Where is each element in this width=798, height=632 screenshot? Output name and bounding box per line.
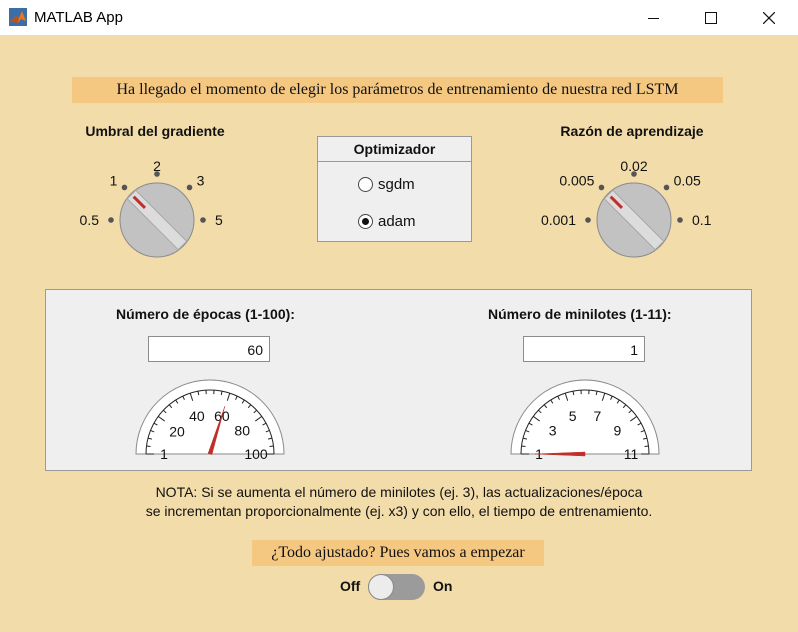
- learning-rate-knob-tick-dot: [585, 217, 591, 223]
- learning-rate-knob-option-label: 0.1: [692, 212, 712, 228]
- optimizer-group: Optimizador sgdm adam: [317, 136, 472, 242]
- maximize-icon: [705, 11, 717, 24]
- note-text: NOTA: Si se aumenta el número de minilot…: [0, 483, 798, 521]
- radio-label-sgdm: sgdm: [378, 176, 415, 193]
- epochs-field[interactable]: 60: [148, 336, 270, 362]
- minibatches-label: Número de minilotes (1-11):: [488, 306, 672, 322]
- minibatches-gauge-tick: [521, 445, 526, 447]
- switch-on-label: On: [433, 578, 453, 594]
- title-bar: MATLAB App: [0, 0, 798, 35]
- gradient-knob-tick-dot: [186, 184, 193, 191]
- minibatches-field[interactable]: 1: [523, 336, 645, 362]
- start-switch[interactable]: [368, 574, 425, 600]
- training-panel: Número de épocas (1-100): 60 12040608010…: [45, 289, 752, 471]
- note-line-2: se incrementan proporcionalmente (ej. x3…: [145, 503, 653, 519]
- minibatches-gauge-tick-label: 7: [593, 408, 601, 424]
- gradient-knob-option-label: 5: [215, 212, 223, 228]
- radio-label-adam: adam: [378, 213, 416, 230]
- radio-sgdm[interactable]: sgdm: [358, 176, 415, 193]
- learning-rate-knob-option-label: 0.05: [674, 172, 701, 188]
- epochs-gauge-tick: [146, 445, 151, 447]
- radio-selected-dot: [362, 218, 369, 225]
- minimize-button[interactable]: [631, 0, 677, 35]
- note-line-1: NOTA: Si se aumenta el número de minilot…: [155, 484, 643, 500]
- close-icon: [763, 11, 775, 24]
- radio-circle-sgdm[interactable]: [358, 177, 373, 192]
- close-button[interactable]: [746, 0, 792, 35]
- switch-thumb[interactable]: [368, 574, 394, 600]
- gradient-knob-option-label: 2: [153, 158, 161, 174]
- gradient-knob-option-label: 3: [197, 172, 205, 188]
- learning-rate-knob-option-label: 0.001: [541, 212, 576, 228]
- minibatches-gauge-tick-label: 3: [549, 422, 557, 438]
- switch-off-label: Off: [340, 578, 361, 594]
- matlab-logo-icon: [9, 8, 27, 26]
- minibatches-gauge: 1357911: [510, 379, 660, 462]
- minibatches-gauge-tick-label: 11: [624, 446, 639, 462]
- minibatches-gauge-tick-label: 9: [613, 422, 621, 438]
- gradient-knob[interactable]: 0.5 1 2 3 5: [78, 155, 228, 265]
- optimizer-title: Optimizador: [318, 137, 471, 162]
- epochs-gauge-tick-label: 100: [244, 446, 268, 462]
- learning-rate-knob[interactable]: 0.001 0.005 0.02 0.05 0.1: [541, 155, 712, 265]
- epochs-label: Número de épocas (1-100):: [116, 306, 295, 322]
- gradient-knob-option-label: 1: [110, 172, 118, 188]
- gradient-knob-option-label: 0.5: [80, 212, 100, 228]
- learning-rate-knob-option-label: 0.005: [559, 172, 594, 188]
- epochs-gauge-tick-label: 20: [169, 423, 185, 439]
- intro-banner: Ha llegado el momento de elegir los pará…: [72, 77, 723, 103]
- epochs-gauge: 120406080100: [135, 379, 285, 462]
- learning-rate-knob-tick-dot: [677, 217, 683, 223]
- start-banner: ¿Todo ajustado? Pues vamos a empezar: [252, 540, 544, 566]
- app-content: Ha llegado el momento de elegir los pará…: [0, 35, 798, 632]
- learning-rate-knob-option-label: 0.02: [620, 158, 647, 174]
- minimize-icon: [648, 17, 659, 19]
- minibatches-gauge-tick-label: 5: [569, 408, 577, 424]
- learning-rate-knob-title: Razón de aprendizaje: [560, 123, 704, 139]
- epochs-gauge-tick: [269, 445, 274, 447]
- maximize-button[interactable]: [688, 0, 734, 35]
- gradient-knob-tick-dot: [121, 184, 128, 191]
- epochs-gauge-tick-label: 1: [160, 446, 168, 462]
- window-title: MATLAB App: [34, 9, 123, 26]
- learning-rate-knob-tick-dot: [663, 184, 670, 191]
- learning-rate-knob-tick-dot: [598, 184, 605, 191]
- epochs-gauge-tick-label: 80: [234, 422, 250, 438]
- minibatches-gauge-tick: [644, 445, 649, 447]
- radio-adam[interactable]: adam: [358, 213, 416, 230]
- radio-circle-adam[interactable]: [358, 214, 373, 229]
- epochs-gauge-tick-label: 40: [189, 408, 205, 424]
- gradient-knob-tick-dot: [108, 217, 114, 223]
- gradient-knob-title: Umbral del gradiente: [85, 123, 225, 139]
- gradient-knob-tick-dot: [200, 217, 206, 223]
